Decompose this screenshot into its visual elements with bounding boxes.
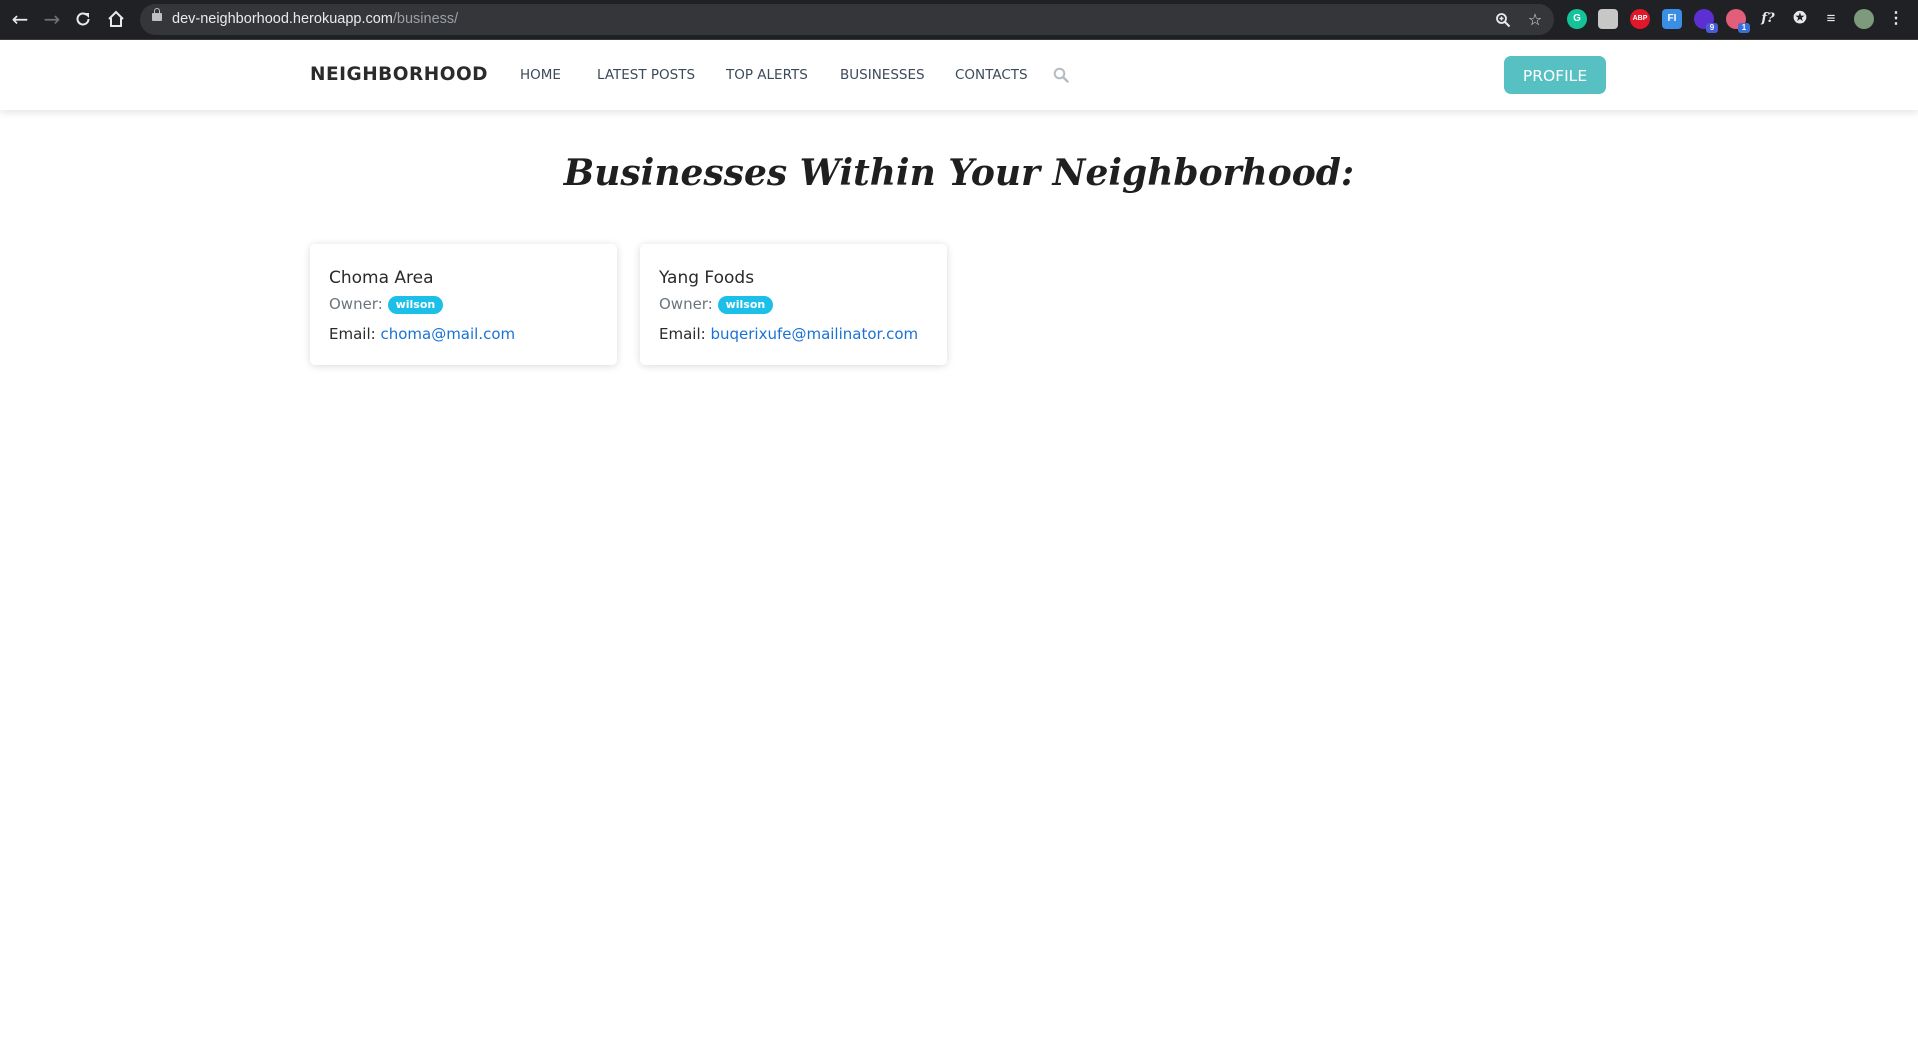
purple-extension-icon[interactable]: 9 bbox=[1694, 9, 1718, 33]
address-bar[interactable]: dev-neighborhood.herokuapp.com/business/… bbox=[140, 4, 1554, 35]
page-title: Businesses Within Your Neighborhood: bbox=[563, 152, 1355, 194]
kebab-menu-icon[interactable]: ⋮ bbox=[1886, 9, 1906, 29]
font-extension-icon[interactable]: f? bbox=[1758, 9, 1778, 29]
email-label: Email: bbox=[659, 325, 706, 343]
nav-home[interactable]: HOME bbox=[520, 40, 561, 110]
email-link[interactable]: buqerixufe@mailinator.com bbox=[710, 325, 918, 343]
puzzle-icon[interactable]: ✪ bbox=[1790, 9, 1810, 29]
business-name: Choma Area bbox=[329, 268, 434, 288]
extension-gray-icon[interactable] bbox=[1598, 9, 1618, 29]
brand-logo[interactable]: NEIGHBORHOOD bbox=[310, 40, 488, 110]
avatar[interactable] bbox=[1854, 9, 1874, 29]
zoom-icon[interactable] bbox=[1492, 9, 1514, 31]
bookmark-star-icon[interactable]: ☆ bbox=[1524, 9, 1546, 31]
back-arrow-icon[interactable]: ← bbox=[8, 7, 32, 31]
url-text[interactable]: dev-neighborhood.herokuapp.com/business/ bbox=[172, 4, 458, 35]
extension-badge: 1 bbox=[1738, 23, 1750, 33]
site-navbar: NEIGHBORHOOD HOME LATEST POSTS TOP ALERT… bbox=[0, 40, 1918, 110]
business-card: Choma Area Owner: wilson Email: choma@ma… bbox=[310, 244, 617, 365]
owner-badge: wilson bbox=[387, 296, 444, 314]
owner-badge: wilson bbox=[717, 296, 774, 314]
forward-arrow-icon[interactable]: → bbox=[40, 7, 64, 31]
search-icon[interactable] bbox=[1053, 67, 1069, 83]
home-icon[interactable] bbox=[104, 7, 128, 31]
reading-list-icon[interactable]: ≡ bbox=[1821, 9, 1841, 29]
fi-extension-icon[interactable]: FI bbox=[1662, 9, 1682, 29]
browser-toolbar: ← → dev-neighborhood.herokuapp.com/busin… bbox=[0, 0, 1918, 40]
grammarly-icon[interactable]: G bbox=[1567, 9, 1587, 29]
redux-extension-icon[interactable]: 1 bbox=[1726, 9, 1750, 33]
lock-icon bbox=[152, 8, 162, 21]
email-label: Email: bbox=[329, 325, 376, 343]
nav-latest-posts[interactable]: LATEST POSTS bbox=[597, 40, 695, 110]
adblock-icon[interactable]: ABP bbox=[1630, 9, 1650, 29]
nav-contacts[interactable]: CONTACTS bbox=[955, 40, 1028, 110]
reload-icon[interactable] bbox=[71, 7, 95, 31]
owner-label: Owner: bbox=[329, 295, 383, 313]
business-email: Email: buqerixufe@mailinator.com bbox=[659, 325, 918, 343]
business-owner: Owner: wilson bbox=[329, 295, 444, 314]
business-owner: Owner: wilson bbox=[659, 295, 774, 314]
business-email: Email: choma@mail.com bbox=[329, 325, 515, 343]
email-link[interactable]: choma@mail.com bbox=[380, 325, 515, 343]
business-card: Yang Foods Owner: wilson Email: buqerixu… bbox=[640, 244, 947, 365]
owner-label: Owner: bbox=[659, 295, 713, 313]
extension-badge: 9 bbox=[1706, 23, 1718, 33]
profile-button[interactable]: PROFILE bbox=[1504, 56, 1606, 94]
nav-top-alerts[interactable]: TOP ALERTS bbox=[726, 40, 808, 110]
nav-businesses[interactable]: BUSINESSES bbox=[840, 40, 925, 110]
business-name: Yang Foods bbox=[659, 268, 755, 288]
